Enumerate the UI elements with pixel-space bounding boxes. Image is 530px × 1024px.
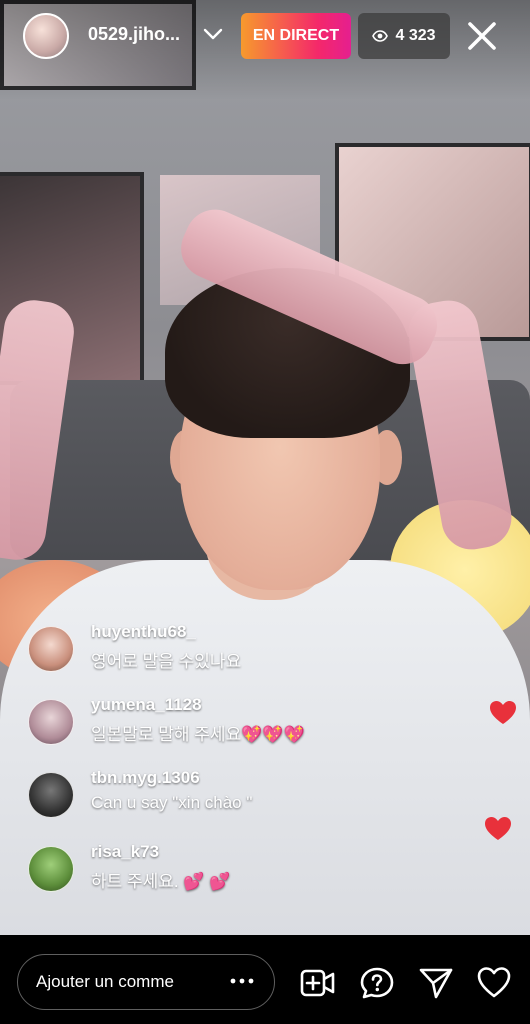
host-avatar[interactable] xyxy=(23,13,69,59)
live-label: EN DIRECT xyxy=(252,27,340,44)
comment-username[interactable]: risa_k73 xyxy=(91,842,159,862)
live-stream-screen: 0529.jiho... EN DIRECT 4 323 huyenthu68_… xyxy=(0,0,530,1024)
comment-username[interactable]: tbn.myg.1306 xyxy=(91,768,200,788)
heart-icon xyxy=(490,701,516,724)
viewer-count: 4 323 xyxy=(395,27,436,44)
comment-item[interactable]: tbn.myg.1306 Can u say "xin chào " xyxy=(28,768,388,822)
comment-avatar[interactable] xyxy=(28,846,74,892)
heart-icon xyxy=(485,817,511,840)
viewer-count-badge[interactable]: 4 323 xyxy=(358,13,450,59)
live-badge: EN DIRECT xyxy=(241,13,351,59)
comment-text: 영어로 말을 수있나요 xyxy=(91,652,242,671)
host-username[interactable]: 0529.jiho... xyxy=(88,24,180,45)
heart-icon[interactable] xyxy=(476,966,512,1000)
comment-input[interactable]: Ajouter un comme xyxy=(17,954,275,1010)
comment-avatar[interactable] xyxy=(28,699,74,745)
close-icon[interactable] xyxy=(463,17,501,55)
comment-avatar[interactable] xyxy=(28,626,74,672)
comment-item[interactable]: risa_k73 하트 주세요. 💕 💕 xyxy=(28,842,388,896)
comment-text: Can u say "xin chào " xyxy=(91,793,253,812)
comment-avatar[interactable] xyxy=(28,772,74,818)
comment-item[interactable]: yumena_1128 일본말로 말해 주세요💖💖💖 xyxy=(28,695,388,749)
comment-item[interactable]: huyenthu68_ 영어로 말을 수있나요 xyxy=(28,622,388,676)
comment-text: 일본말로 말해 주세요💖💖💖 xyxy=(91,725,305,744)
question-icon[interactable] xyxy=(359,966,395,1000)
comment-placeholder: Ajouter un comme xyxy=(36,972,174,991)
bottom-bar: Ajouter un comme xyxy=(0,935,530,1024)
more-icon[interactable] xyxy=(229,970,255,992)
comment-username[interactable]: huyenthu68_ xyxy=(91,622,196,642)
comment-username[interactable]: yumena_1128 xyxy=(91,695,202,715)
chevron-down-icon[interactable] xyxy=(203,27,223,41)
send-icon[interactable] xyxy=(418,966,454,1000)
eye-icon xyxy=(372,30,389,42)
comment-text: 하트 주세요. 💕 💕 xyxy=(91,872,231,891)
add-video-icon[interactable] xyxy=(300,966,336,1000)
